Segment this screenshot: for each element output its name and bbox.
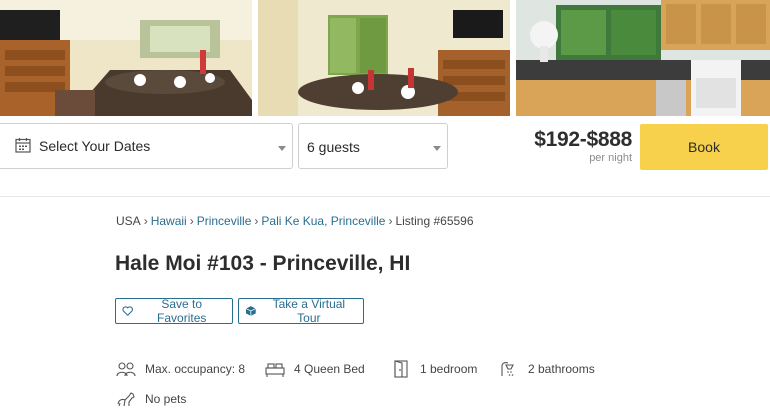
door-icon bbox=[394, 360, 408, 378]
amenity-beds-label: 4 Queen Bed bbox=[294, 362, 365, 376]
amenity-bedrooms-label: 1 bedroom bbox=[420, 362, 478, 376]
guests-select[interactable]: 6 guests bbox=[298, 123, 448, 169]
amenity-occupancy: Max. occupancy: 8 bbox=[115, 360, 245, 378]
amenity-occupancy-label: Max. occupancy: 8 bbox=[145, 362, 246, 376]
breadcrumb-link-princeville[interactable]: Princeville bbox=[197, 214, 252, 228]
amenity-pets-label: No pets bbox=[145, 392, 187, 406]
save-to-favorites-button[interactable]: Save to Favorites bbox=[115, 297, 233, 325]
breadcrumb-link-hawaii[interactable]: Hawaii bbox=[151, 214, 187, 228]
guests-value: 6 guests bbox=[307, 139, 360, 155]
date-picker-label: Select Your Dates bbox=[39, 138, 151, 154]
breadcrumb-separator: › bbox=[388, 214, 393, 228]
bed-icon bbox=[265, 363, 285, 377]
chevron-down-icon bbox=[433, 146, 441, 151]
heart-icon bbox=[122, 306, 133, 316]
amenity-bathrooms-label: 2 bathrooms bbox=[528, 362, 595, 376]
gallery-photo-dining-room[interactable] bbox=[0, 0, 252, 116]
price-range: $192-$888 bbox=[534, 128, 632, 151]
chevron-down-icon bbox=[278, 146, 286, 151]
amenity-bedrooms: 1 bedroom bbox=[390, 360, 477, 378]
divider bbox=[0, 196, 770, 197]
book-button[interactable]: Book bbox=[640, 124, 768, 170]
booking-bar: Select Your Dates 6 guests $192-$888 per… bbox=[0, 116, 770, 196]
breadcrumb-separator: › bbox=[143, 214, 148, 228]
amenity-beds: 4 Queen Bed bbox=[264, 360, 365, 378]
amenity-bathrooms: 2 bathrooms bbox=[498, 360, 595, 378]
breadcrumb-link-pali-ke-kua[interactable]: Pali Ke Kua, Princeville bbox=[261, 214, 385, 228]
amenity-pets: No pets bbox=[115, 390, 186, 408]
photo-gallery bbox=[0, 0, 770, 116]
breadcrumb-separator: › bbox=[189, 214, 194, 228]
virtual-tour-button[interactable]: Take a Virtual Tour bbox=[238, 297, 364, 325]
price-display: $192-$888 per night bbox=[534, 128, 632, 164]
price-unit: per night bbox=[589, 152, 632, 164]
gallery-photo-living-area[interactable] bbox=[258, 0, 510, 116]
dog-icon bbox=[117, 392, 135, 407]
breadcrumb: USA › Hawaii › Princeville › Pali Ke Kua, Prin… bbox=[116, 214, 474, 228]
calendar-icon bbox=[15, 138, 31, 153]
page-title: Hale Moi #103 - Princeville, HI bbox=[115, 252, 411, 275]
virtual-tour-label: Take a Virtual Tour bbox=[272, 297, 346, 325]
breadcrumb-item-listing: Listing #65596 bbox=[395, 214, 474, 228]
date-picker[interactable]: Select Your Dates bbox=[0, 123, 293, 169]
breadcrumb-item-usa: USA bbox=[116, 214, 141, 228]
save-to-favorites-label: Save to Favorites bbox=[157, 297, 207, 325]
cube-icon bbox=[245, 306, 256, 316]
shower-icon bbox=[501, 362, 514, 376]
gallery-photo-kitchen[interactable] bbox=[516, 0, 770, 116]
breadcrumb-separator: › bbox=[254, 214, 259, 228]
people-icon bbox=[116, 362, 136, 377]
